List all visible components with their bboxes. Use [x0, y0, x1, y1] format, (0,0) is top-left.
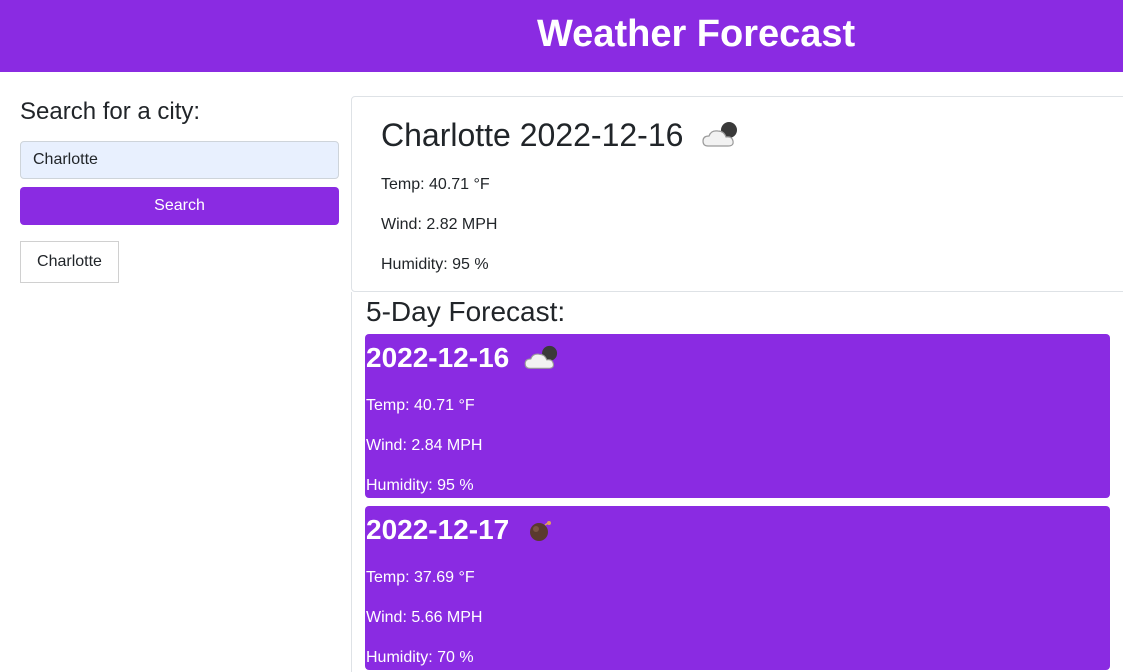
current-wind: Wind: 2.82 MPH: [381, 216, 498, 233]
forecast-date: 2022-12-17: [366, 514, 510, 545]
forecast-humidity: Humidity: 70 %: [366, 649, 474, 666]
forecast-date-row: 2022-12-16: [366, 342, 565, 374]
forecast-temp: Temp: 40.71 °F: [366, 397, 475, 414]
dark-orb-icon: [527, 517, 555, 543]
current-weather-title: Charlotte 2022-12-16: [381, 115, 745, 155]
current-city-date: Charlotte 2022-12-16: [381, 117, 684, 153]
current-humidity: Humidity: 95 %: [381, 256, 489, 273]
partly-cloudy-night-icon: [521, 343, 565, 373]
forecast-temp: Temp: 37.69 °F: [366, 569, 475, 586]
app-header: Weather Forecast: [0, 0, 1123, 72]
search-button[interactable]: Search: [20, 187, 339, 225]
search-heading: Search for a city:: [20, 98, 201, 125]
forecast-date-row: 2022-12-17: [366, 514, 555, 546]
forecast-wind: Wind: 2.84 MPH: [366, 437, 483, 454]
forecast-humidity: Humidity: 95 %: [366, 477, 474, 494]
history-button-charlotte[interactable]: Charlotte: [20, 241, 119, 283]
forecast-date: 2022-12-16: [366, 342, 510, 373]
current-weather-card: Charlotte 2022-12-16 Temp: 40.71 °F Wind…: [351, 96, 1123, 292]
forecast-card: 2022-12-17 Temp: 37.69 °F Wind: 5.66 MPH…: [365, 506, 1110, 670]
forecast-card: 2022-12-16 Temp: 40.71 °F Wind: 2.84 MPH…: [365, 334, 1110, 498]
city-search-input[interactable]: [20, 141, 339, 179]
forecast-wind: Wind: 5.66 MPH: [366, 609, 483, 626]
page-title: Weather Forecast: [537, 13, 856, 55]
partly-cloudy-night-icon: [699, 119, 745, 151]
current-temp: Temp: 40.71 °F: [381, 176, 490, 193]
forecast-heading: 5-Day Forecast:: [366, 296, 566, 327]
column-divider: [351, 292, 352, 672]
